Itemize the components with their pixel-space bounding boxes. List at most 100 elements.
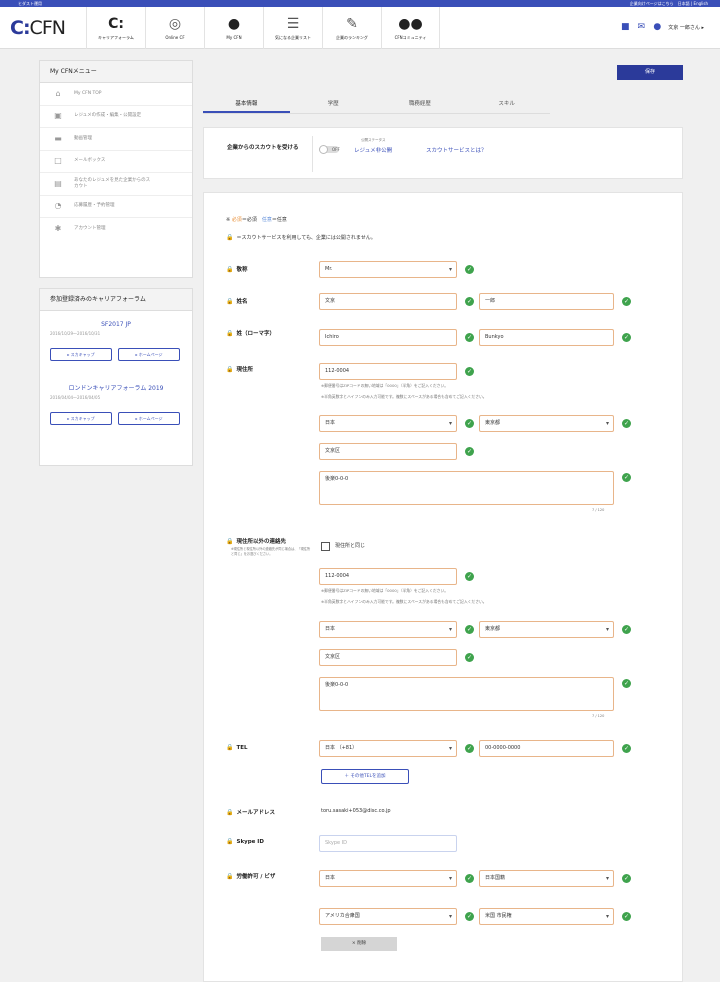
tab-skills[interactable]: スキル bbox=[463, 96, 550, 113]
alt-postal-code-input[interactable]: 112-0004 bbox=[319, 568, 457, 585]
check-icon: ✓ bbox=[465, 874, 474, 883]
last-name-input[interactable]: 文京 bbox=[319, 293, 457, 310]
first-name-input[interactable]: 一郎 bbox=[479, 293, 614, 310]
cfn-logo[interactable]: C:CFN bbox=[10, 17, 66, 39]
edit-icon: ✎ bbox=[346, 15, 358, 32]
resume-icon: ▣ bbox=[54, 111, 62, 121]
visa-country-select[interactable]: 日本 bbox=[319, 870, 457, 887]
nav-label: 企業のランキング bbox=[336, 34, 368, 40]
nav-online-cf[interactable]: ◎ Online CF bbox=[145, 7, 204, 49]
video-icon[interactable]: ■ bbox=[620, 22, 630, 32]
resume-tabs: 基本情報 学歴 職務経歴 スキル bbox=[203, 96, 550, 114]
country-select[interactable]: 日本 bbox=[319, 415, 457, 432]
top-utility-bar: ヒダスト運用 企業向けページはこちら 日本語 | English bbox=[0, 0, 720, 7]
alt-prefecture-select[interactable]: 東京都 bbox=[479, 621, 614, 638]
visa-label: 🔒 労働許可 / ビザ bbox=[226, 873, 276, 880]
delete-visa-button[interactable]: × 削除 bbox=[321, 937, 397, 951]
public-status-label: 公開ステータス bbox=[361, 138, 386, 142]
sidebar-item-video[interactable]: ▬ 動画管理 bbox=[40, 128, 192, 151]
sidebar-item-resume[interactable]: ▣ レジュメの作成・編集・公開設定 bbox=[40, 106, 192, 128]
forum-homepage-button[interactable]: ▸ ホームページ bbox=[118, 412, 180, 425]
lock-icon: 🔒 bbox=[226, 809, 234, 816]
user-name-menu[interactable]: 文京 一郎さん ▸ bbox=[668, 24, 704, 31]
last-name-romaji-input[interactable]: Ichiro bbox=[319, 329, 457, 346]
tab-work-history[interactable]: 職務経歴 bbox=[377, 96, 464, 113]
forum-scap-button[interactable]: ▸ スカキャップ bbox=[50, 412, 112, 425]
top-bar-links[interactable]: 企業向けページはこちら 日本語 | English bbox=[630, 0, 708, 7]
postal-note: ※半角英数字とハイフンのみ入力可能です。複数にスペースがある場合も含めてご記入く… bbox=[321, 599, 487, 604]
nav-career-forum[interactable]: C: キャリアフォーラム bbox=[86, 7, 145, 49]
prefecture-select[interactable]: 東京都 bbox=[479, 415, 614, 432]
nav-community[interactable]: ●● CFNコミュニティ bbox=[381, 7, 440, 49]
visa-type-select[interactable]: 日本国籍 bbox=[479, 870, 614, 887]
email-value: toru.sasaki+053@disc.co.jp bbox=[321, 808, 391, 814]
public-status: レジュメ非公開 bbox=[354, 148, 393, 154]
forum-name[interactable]: ロンドンキャリアフォーラム 2019 bbox=[50, 383, 182, 392]
email-label: 🔒 メールアドレス bbox=[226, 809, 275, 816]
cf-logo-icon: C: bbox=[108, 15, 124, 32]
top-bar-left-text: ヒダスト運用 bbox=[18, 1, 42, 6]
check-icon: ✓ bbox=[465, 265, 474, 274]
sidebar-item-history[interactable]: ◔ 応募履歴・予約管理 bbox=[40, 196, 192, 218]
street-textarea[interactable]: 後楽0-0-0 bbox=[319, 471, 614, 505]
title-select[interactable]: Mr. bbox=[319, 261, 457, 278]
sidebar-item-mailbox[interactable]: □ メールボックス bbox=[40, 151, 192, 173]
skype-label: 🔒 Skype ID bbox=[226, 838, 264, 845]
nav-my-cfn[interactable]: ● My CFN bbox=[204, 7, 263, 49]
forum-scap-button[interactable]: ▸ スカキャップ bbox=[50, 348, 112, 361]
name-label: 🔒 姓名 bbox=[226, 298, 248, 305]
lock-icon: 🔒 bbox=[226, 538, 234, 545]
forum-dates: 2016/10/29〜2016/10/31 bbox=[50, 331, 101, 336]
nav-company-list[interactable]: ☰ 気になる企業リスト bbox=[263, 7, 322, 49]
visa-type-select[interactable]: 米国 市民権 bbox=[479, 908, 614, 925]
lock-icon: 🔒 bbox=[226, 266, 234, 273]
nav-label: Online CF bbox=[165, 35, 185, 40]
sidebar-item-top[interactable]: ⌂ My CFN TOP bbox=[40, 83, 192, 106]
nav-ranking[interactable]: ✎ 企業のランキング bbox=[322, 7, 381, 49]
city-input[interactable]: 文京区 bbox=[319, 443, 457, 460]
scout-service-link[interactable]: スカウトサービスとは？ bbox=[426, 146, 487, 154]
scout-settings: 企業からのスカウトを受ける OFF 公開ステータス レジュメ非公開 スカウトサー… bbox=[203, 127, 683, 179]
tel-country-select[interactable]: 日本 （+81） bbox=[319, 740, 457, 757]
home-icon: ⌂ bbox=[55, 88, 61, 98]
first-name-romaji-input[interactable]: Bunkyo bbox=[479, 329, 614, 346]
mail-icon[interactable]: ✉ bbox=[636, 22, 646, 32]
tel-label: 🔒 TEL bbox=[226, 744, 248, 751]
site-header: C:CFN C: キャリアフォーラム ◎ Online CF ● My CFN … bbox=[0, 7, 720, 49]
tel-number-input[interactable]: 00-0000-0000 bbox=[479, 740, 614, 757]
forum-name[interactable]: SF2017 JP bbox=[50, 321, 182, 328]
add-tel-button[interactable]: ＋ その他TELを追加 bbox=[321, 769, 409, 784]
skype-id-input[interactable]: Skype ID bbox=[319, 835, 457, 852]
sidebar-item-scout[interactable]: ▤ あなたのレジュメを見た企業からのスカウト bbox=[40, 173, 192, 196]
save-button[interactable]: 保存 bbox=[617, 65, 683, 80]
alt-street-textarea[interactable]: 後楽0-0-0 bbox=[319, 677, 614, 711]
tab-basic-info[interactable]: 基本情報 bbox=[203, 96, 290, 113]
tab-education[interactable]: 学歴 bbox=[290, 96, 377, 113]
check-icon: ✓ bbox=[465, 653, 474, 662]
people-icon: ●● bbox=[398, 15, 423, 32]
forums-title: 参加登録済みのキャリアフォーラム bbox=[40, 289, 192, 311]
check-icon: ✓ bbox=[622, 679, 631, 688]
check-icon: ✓ bbox=[622, 473, 631, 482]
video-icon: ▬ bbox=[54, 133, 62, 143]
toggle-knob bbox=[319, 145, 328, 154]
sidebar-item-account[interactable]: ✱ アカウント管理 bbox=[40, 218, 192, 241]
check-icon: ✓ bbox=[465, 419, 474, 428]
postal-note: ※郵便番号はZIPコードの無い地域は「0000」（半角）をご記入ください。 bbox=[321, 383, 449, 388]
alt-country-select[interactable]: 日本 bbox=[319, 621, 457, 638]
check-icon: ✓ bbox=[622, 912, 631, 921]
char-counter: 7 / 120 bbox=[592, 508, 605, 512]
check-icon: ✓ bbox=[465, 744, 474, 753]
check-icon: ✓ bbox=[465, 625, 474, 634]
lock-icon: 🔒 bbox=[226, 838, 234, 845]
forum-homepage-button[interactable]: ▸ ホームページ bbox=[118, 348, 180, 361]
postal-code-input[interactable]: 112-0004 bbox=[319, 363, 457, 380]
same-as-address-checkbox[interactable] bbox=[321, 542, 330, 551]
forum-entry: SF2017 JP 2016/10/29〜2016/10/31 ▸ スカキャップ… bbox=[40, 311, 192, 425]
visa-country-select[interactable]: アメリカ合衆国 bbox=[319, 908, 457, 925]
alt-city-input[interactable]: 文京区 bbox=[319, 649, 457, 666]
main-nav: C: キャリアフォーラム ◎ Online CF ● My CFN ☰ 気になる… bbox=[86, 7, 440, 49]
lock-icon: 🔒 bbox=[226, 330, 234, 337]
user-icon[interactable]: ● bbox=[652, 22, 662, 32]
nav-label: 気になる企業リスト bbox=[275, 34, 311, 40]
